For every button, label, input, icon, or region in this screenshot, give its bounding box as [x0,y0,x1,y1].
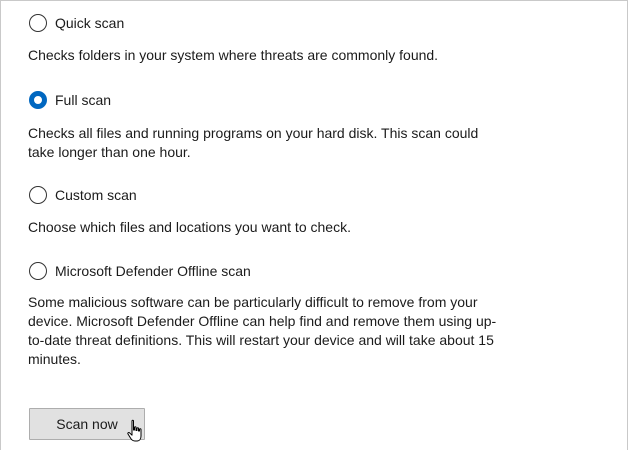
scan-now-button[interactable]: Scan now [29,408,145,440]
quick-scan-description: Checks folders in your system where thre… [28,47,439,63]
full-scan-description: Checks all files and running programs on… [28,125,479,160]
full-scan-radio[interactable] [29,91,47,109]
scan-options-panel: Quick scan Checks folders in your system… [0,0,628,450]
full-scan-radio-row[interactable]: Full scan [29,89,111,111]
option-quick-scan: Quick scan [29,12,124,34]
offline-scan-description: Some malicious software can be particula… [28,294,497,367]
option-custom-scan: Custom scan [29,184,137,206]
offline-scan-radio[interactable] [29,262,47,280]
quick-scan-label[interactable]: Quick scan [55,12,124,34]
quick-scan-radio[interactable] [29,14,47,32]
option-full-scan: Full scan [29,89,111,111]
offline-scan-label[interactable]: Microsoft Defender Offline scan [55,260,251,282]
custom-scan-radio[interactable] [29,186,47,204]
custom-scan-label[interactable]: Custom scan [55,184,137,206]
quick-scan-radio-row[interactable]: Quick scan [29,12,124,34]
offline-scan-radio-row[interactable]: Microsoft Defender Offline scan [29,260,251,282]
full-scan-label[interactable]: Full scan [55,89,111,111]
custom-scan-radio-row[interactable]: Custom scan [29,184,137,206]
option-offline-scan: Microsoft Defender Offline scan [29,260,251,282]
custom-scan-description: Choose which files and locations you wan… [28,219,351,235]
